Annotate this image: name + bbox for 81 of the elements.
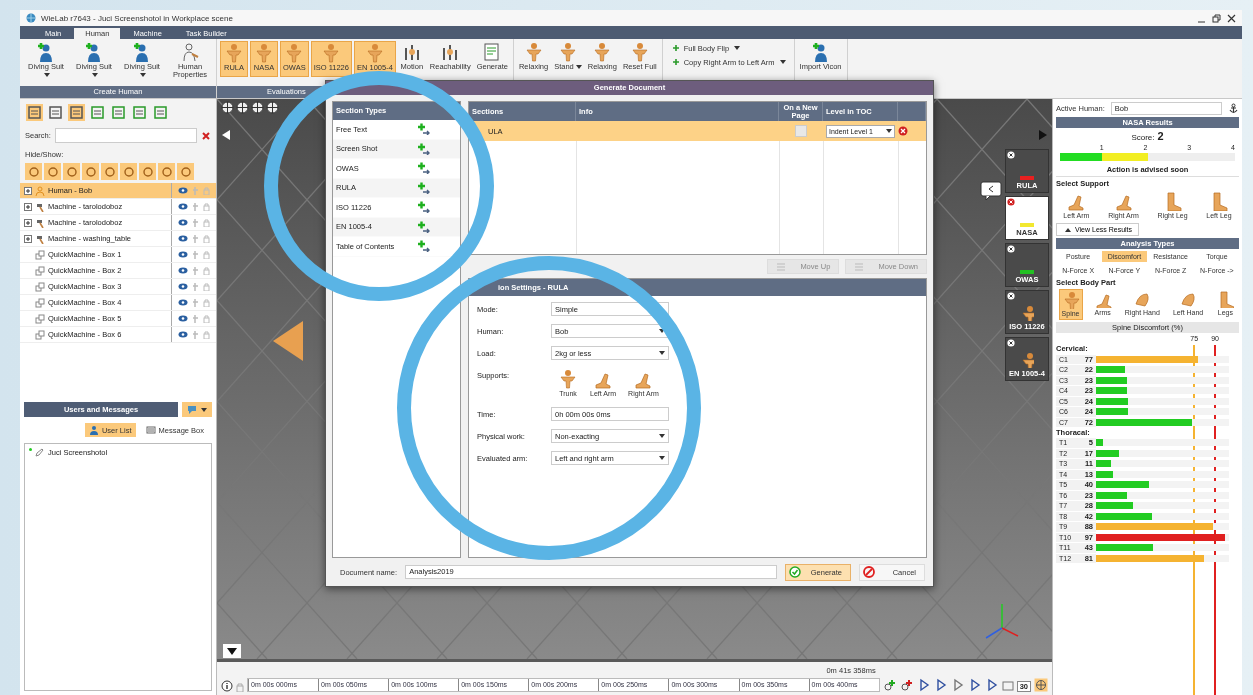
figure-icon xyxy=(558,369,578,389)
left-arrow-icon[interactable] xyxy=(221,129,231,141)
delete-icon[interactable] xyxy=(898,126,908,136)
eye-icon[interactable] xyxy=(178,315,188,322)
add-arrow-icon xyxy=(417,240,431,253)
add-arrow-icon xyxy=(417,123,431,136)
eye-icon[interactable] xyxy=(178,283,188,290)
close-icon[interactable] xyxy=(1007,339,1015,347)
add-arrow-icon xyxy=(417,201,431,214)
check-icon xyxy=(789,566,801,578)
remove-key-icon[interactable] xyxy=(899,678,914,692)
figure-icon xyxy=(254,43,274,63)
hand-icon xyxy=(1133,290,1152,308)
crosshair-icon[interactable] xyxy=(221,101,234,114)
add-arrow-icon xyxy=(417,181,431,194)
message-icon xyxy=(145,425,156,435)
caret-icon xyxy=(659,329,665,333)
list-view-button[interactable] xyxy=(47,103,64,121)
add-section-button[interactable] xyxy=(417,162,431,175)
caret-icon xyxy=(886,129,892,133)
caret-icon xyxy=(201,407,207,412)
figure-icon xyxy=(224,43,244,63)
score-value: 2 xyxy=(1157,130,1164,142)
close-icon[interactable] xyxy=(1007,151,1015,159)
caret-icon xyxy=(659,351,665,355)
eye-icon[interactable] xyxy=(178,299,188,306)
add-arrow-icon xyxy=(417,162,431,175)
figure-icon xyxy=(284,43,305,63)
restore-icon[interactable] xyxy=(1212,13,1221,23)
caret-icon xyxy=(659,456,665,460)
expand-box-icon[interactable] xyxy=(24,218,32,227)
info-icon[interactable] xyxy=(221,680,233,692)
figure-icon xyxy=(321,43,342,63)
caret-icon xyxy=(1065,227,1071,232)
figure-icon xyxy=(1020,305,1034,321)
figure-icon xyxy=(592,42,613,62)
figure-icon xyxy=(1020,352,1034,368)
add-section-button[interactable] xyxy=(417,142,431,155)
eye-icon[interactable] xyxy=(178,187,188,194)
caret-icon xyxy=(659,434,665,438)
eye-icon[interactable] xyxy=(178,251,188,258)
add-section-button[interactable] xyxy=(417,240,431,253)
close-icon[interactable] xyxy=(1007,292,1015,300)
checkbox[interactable] xyxy=(795,125,807,137)
close-icon[interactable] xyxy=(1007,245,1015,253)
hand-icon xyxy=(1179,290,1198,308)
compass-icon[interactable] xyxy=(1034,678,1048,692)
add-section-button[interactable] xyxy=(417,181,431,194)
message-menu-button[interactable] xyxy=(182,402,212,417)
scene-object-drawing xyxy=(273,321,303,361)
list-view-icon xyxy=(48,104,63,120)
figure-icon xyxy=(629,42,650,62)
add-section-button[interactable] xyxy=(417,220,431,233)
pencil-icon xyxy=(35,448,44,457)
expand-box-icon[interactable] xyxy=(24,186,32,195)
close-icon[interactable] xyxy=(1007,198,1015,206)
expand-box-icon[interactable] xyxy=(24,234,32,243)
figure-icon xyxy=(1061,291,1080,309)
chat-icon xyxy=(187,405,197,414)
eye-icon[interactable] xyxy=(178,331,188,338)
search-field[interactable] xyxy=(54,128,197,143)
add-section-button[interactable] xyxy=(417,123,431,136)
eye-icon[interactable] xyxy=(178,267,188,274)
eye-icon[interactable] xyxy=(178,235,188,242)
figure-icon xyxy=(364,43,385,63)
close-icon[interactable] xyxy=(1227,13,1236,23)
eye-icon[interactable] xyxy=(178,203,188,210)
no-entry-icon xyxy=(863,566,875,578)
add-key-icon[interactable] xyxy=(882,678,897,692)
clear-icon[interactable] xyxy=(201,130,211,141)
speech-bubble-icon[interactable] xyxy=(980,181,1002,201)
expand-box-icon[interactable] xyxy=(24,202,32,211)
figure-icon xyxy=(557,42,578,62)
add-arrow-icon xyxy=(417,220,431,233)
figure-icon xyxy=(523,42,544,62)
eye-icon[interactable] xyxy=(178,219,188,226)
anchor-icon[interactable] xyxy=(1228,103,1239,114)
add-arrow-icon xyxy=(417,142,431,155)
score-label: Score: xyxy=(1131,133,1155,142)
add-section-button[interactable] xyxy=(417,201,431,214)
window-title: WieLab r7643 - Juci Screenshotol in Workplace scene xyxy=(41,13,234,23)
